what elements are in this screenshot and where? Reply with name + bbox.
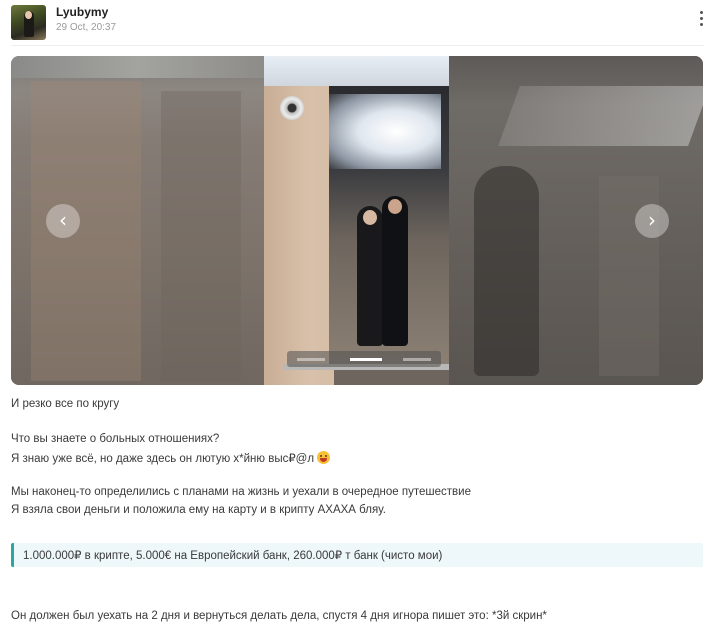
avatar[interactable] bbox=[11, 5, 46, 40]
header-divider bbox=[11, 45, 704, 46]
post-date: 29 Oct, 20:37 bbox=[56, 22, 117, 33]
post-text-line-3-text: Я знаю уже всё, но даже здесь он лютую х… bbox=[11, 453, 315, 465]
person-woman bbox=[357, 206, 383, 346]
tongue-out-emoji-icon bbox=[317, 451, 331, 464]
slide-dot-3[interactable] bbox=[403, 358, 431, 361]
post-text-line-3: Я знаю уже всё, но даже здесь он лютую х… bbox=[11, 451, 331, 465]
person-man bbox=[382, 196, 408, 346]
post-text-line-5: Я взяла свои деньги и положила ему на ка… bbox=[11, 504, 386, 516]
post-text-line-2: Что вы знаете о больных отношениях? bbox=[11, 433, 220, 445]
author-name[interactable]: Lyubymy bbox=[56, 5, 108, 19]
slide-dot-1[interactable] bbox=[297, 358, 325, 361]
slide-indicator bbox=[287, 351, 441, 367]
gallery-photo-elevator-selfie[interactable] bbox=[264, 56, 449, 385]
post-text-line-4: Мы наконец-то определились с планами на … bbox=[11, 486, 471, 498]
chevron-left-icon[interactable]: ‹ bbox=[46, 204, 80, 238]
quote-text: 1.000.000₽ в крипте, 5.000€ на Европейск… bbox=[23, 550, 443, 562]
highlight-quote: 1.000.000₽ в крипте, 5.000€ на Европейск… bbox=[11, 543, 703, 567]
image-gallery[interactable]: ‹ › bbox=[11, 56, 703, 385]
post-header: Lyubymy 29 Oct, 20:37 bbox=[11, 4, 706, 42]
security-camera bbox=[280, 96, 304, 120]
avatar-face bbox=[25, 11, 32, 19]
post-text-line-6: Он должен был уехать на 2 дня и вернутьс… bbox=[11, 610, 547, 622]
slide-dot-2-active[interactable] bbox=[350, 358, 382, 361]
chevron-right-icon[interactable]: › bbox=[635, 204, 669, 238]
post-text-line-1: И резко все по кругу bbox=[11, 398, 120, 410]
more-vertical-icon[interactable] bbox=[696, 9, 706, 31]
